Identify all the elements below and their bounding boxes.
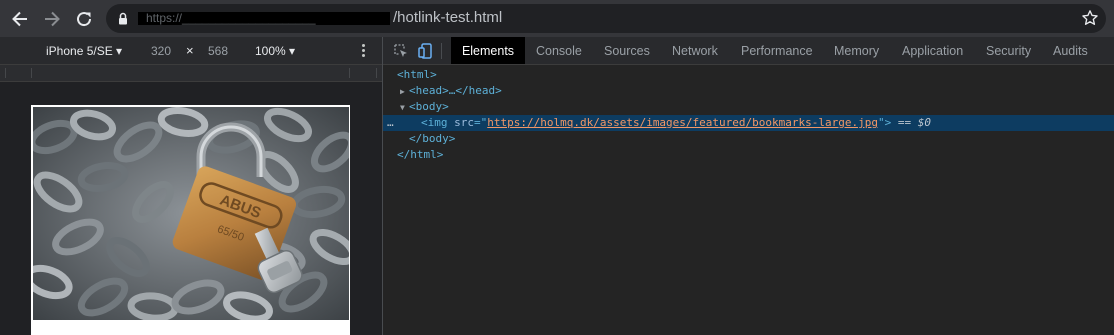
viewport-height-input[interactable]: 568 xyxy=(208,44,228,58)
padlock-chains-image: ABUS 65/50 xyxy=(33,107,349,320)
lock-icon xyxy=(119,12,127,25)
browser-toolbar: https://____________________ /hotlink-te… xyxy=(0,0,1114,37)
tag-body-open: <body> xyxy=(409,100,449,113)
equals-marker: == xyxy=(891,116,918,129)
dollar-zero-marker: $0 xyxy=(917,116,931,129)
dom-node-html-close[interactable]: </html> xyxy=(383,147,1114,163)
tab-application[interactable]: Application xyxy=(902,37,963,64)
dom-node-img-selected[interactable]: … <img src="https://holmq.dk/assets/image… xyxy=(383,115,1114,131)
device-select[interactable]: iPhone 5/SE ▾ xyxy=(46,44,122,58)
tab-console[interactable]: Console xyxy=(536,37,582,64)
url-hidden-text: https://____________________ xyxy=(146,11,316,25)
media-query-ruler xyxy=(0,65,382,82)
reload-button[interactable] xyxy=(68,3,100,35)
tag-html-close: </html> xyxy=(397,148,444,161)
tab-elements[interactable]: Elements xyxy=(451,37,525,64)
tag-img-open: <img xyxy=(421,116,455,129)
tab-memory[interactable]: Memory xyxy=(834,37,879,64)
forward-arrow-icon xyxy=(45,11,60,27)
emulated-page: ABUS 65/50 xyxy=(31,105,350,335)
node-actions-ellipsis[interactable]: … xyxy=(387,115,394,131)
attr-eq: =" xyxy=(474,116,488,129)
back-button[interactable] xyxy=(4,3,36,35)
viewport-width-input[interactable]: 320 xyxy=(151,44,171,58)
forward-button[interactable] xyxy=(36,3,68,35)
tag-head: <head>…</head> xyxy=(409,84,502,97)
dom-node-head[interactable]: ▶ <head>…</head> xyxy=(383,83,1114,99)
elements-dom-tree: <html> ▶ <head>…</head> ▼ <body> … <img src… xyxy=(383,65,1114,335)
attr-value-src-link[interactable]: https://holmq.dk/assets/images/featured/… xyxy=(487,116,878,129)
zoom-select[interactable]: 100% ▾ xyxy=(255,44,295,58)
device-toolbar: iPhone 5/SE ▾ 320 × 568 100% ▾ xyxy=(0,37,382,65)
tab-network[interactable]: Network xyxy=(672,37,718,64)
dom-node-html[interactable]: <html> xyxy=(383,67,1114,83)
tab-performance[interactable]: Performance xyxy=(741,37,813,64)
url-path: /hotlink-test.html xyxy=(393,9,503,26)
dom-node-body-close[interactable]: </body> xyxy=(383,131,1114,147)
attr-name-src: src xyxy=(454,116,474,129)
devtools-tab-bar: Elements Console Sources Network Perform… xyxy=(383,37,1114,65)
swap-dimensions-label: × xyxy=(186,43,194,58)
tag-body-close: </body> xyxy=(409,132,456,145)
reload-icon xyxy=(77,12,92,27)
tab-security[interactable]: Security xyxy=(986,37,1031,64)
device-toggle-icon[interactable] xyxy=(417,42,435,60)
tag-html-open: <html> xyxy=(397,68,437,81)
more-vert-icon[interactable] xyxy=(359,44,367,58)
tag-img-close: "> xyxy=(877,116,892,129)
collapse-triangle-icon[interactable]: ▼ xyxy=(400,100,409,116)
url-redacted: https://____________________ xyxy=(138,11,390,25)
expand-triangle-icon[interactable]: ▶ xyxy=(400,84,409,100)
dom-node-body[interactable]: ▼ <body> xyxy=(383,99,1114,115)
address-bar[interactable]: https://____________________ /hotlink-te… xyxy=(106,4,1106,33)
inspect-icon[interactable] xyxy=(392,42,410,60)
tab-sources[interactable]: Sources xyxy=(604,37,650,64)
tab-audits[interactable]: Audits xyxy=(1053,37,1088,64)
device-viewport: ABUS 65/50 xyxy=(0,82,382,335)
star-icon[interactable] xyxy=(1081,9,1099,27)
back-arrow-icon xyxy=(12,11,27,27)
